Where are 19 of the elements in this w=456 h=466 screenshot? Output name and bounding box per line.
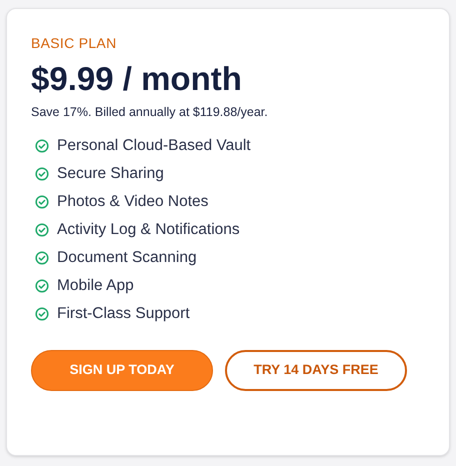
check-circle-icon	[35, 167, 49, 181]
feature-text: Personal Cloud-Based Vault	[57, 136, 251, 156]
billing-note: Save 17%. Billed annually at $119.88/year.	[31, 104, 269, 121]
price: $9.99 / month	[31, 59, 243, 99]
check-circle-icon	[35, 307, 49, 321]
feature-text: First-Class Support	[57, 304, 190, 324]
feature-text: Photos & Video Notes	[57, 192, 208, 212]
check-circle-icon	[35, 195, 49, 209]
check-circle-icon	[35, 279, 49, 293]
feature-text: Activity Log & Notifications	[57, 220, 240, 240]
sign-up-button[interactable]: SIGN UP TODAY	[31, 350, 213, 391]
feature-text: Document Scanning	[57, 248, 197, 268]
feature-text: Mobile App	[57, 276, 134, 296]
feature-text: Secure Sharing	[57, 164, 164, 184]
check-circle-icon	[35, 223, 49, 237]
check-circle-icon	[35, 139, 49, 153]
check-circle-icon	[35, 251, 49, 265]
trial-button[interactable]: TRY 14 DAYS FREE	[225, 350, 407, 391]
plan-name: BASIC PLAN	[31, 35, 118, 51]
